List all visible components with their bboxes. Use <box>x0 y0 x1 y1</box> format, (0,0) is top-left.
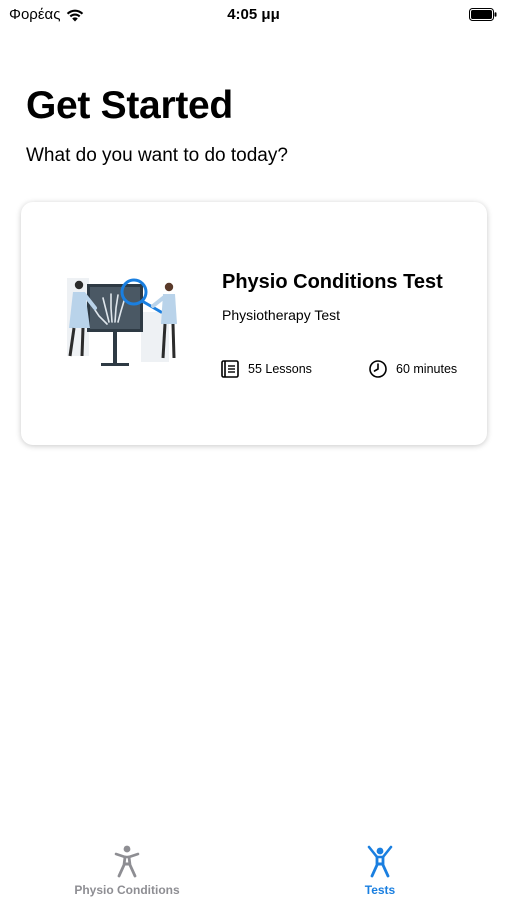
status-time: 4:05 μμ <box>227 6 280 23</box>
lessons-count: 55 Lessons <box>220 359 312 379</box>
card-subtitle: Physiotherapy Test <box>222 307 341 323</box>
status-bar: Φορέας 4:05 μμ <box>0 0 507 30</box>
tab-tests[interactable]: Tests <box>300 845 460 897</box>
page-title: Get Started <box>26 84 233 127</box>
page-subtitle: What do you want to do today? <box>26 145 288 166</box>
book-icon <box>221 360 239 378</box>
tab-physio-conditions[interactable]: Physio Conditions <box>47 845 207 897</box>
person-figure-icon <box>114 845 140 878</box>
screen: Φορέας 4:05 μμ Get Started What do you w… <box>0 0 507 900</box>
duration-label: 60 minutes <box>396 362 458 376</box>
lessons-label: 55 Lessons <box>248 362 312 376</box>
clock-icon <box>369 360 387 378</box>
tab-bar: Physio Conditions Tests <box>0 835 507 900</box>
battery-icon <box>469 8 497 21</box>
tab-physio-conditions-label: Physio Conditions <box>74 883 180 897</box>
tab-tests-label: Tests <box>364 883 396 897</box>
xray-doctors-illustration <box>67 278 177 366</box>
person-arms-up-icon <box>367 845 393 878</box>
duration: 60 minutes <box>368 359 457 379</box>
card-title: Physio Conditions Test <box>222 271 443 293</box>
physio-conditions-test-card[interactable]: Physio Conditions Test Physiotherapy Tes… <box>21 202 487 445</box>
